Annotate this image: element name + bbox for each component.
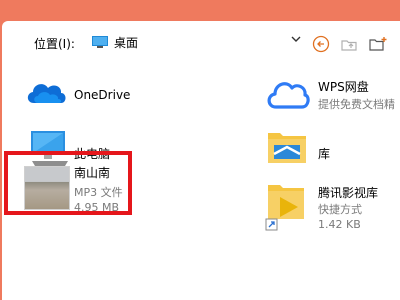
desktop-icon [92,36,108,48]
onedrive-cloud-icon [24,77,68,110]
chevron-down-icon[interactable] [290,34,302,47]
library-folder-icon [266,127,308,168]
item-subtitle: 提供免费文档精 [318,98,395,111]
wps-cloud-icon [264,75,310,114]
up-folder-icon[interactable] [340,35,358,53]
item-type: 快捷方式 [318,203,362,216]
item-name: WPS网盘 [318,80,369,94]
location-value: 桌面 [114,35,139,50]
back-arrow-icon[interactable] [312,35,330,53]
item-name: 库 [318,147,331,161]
address-row: 位置(I): 桌面 [2,21,400,61]
new-folder-icon[interactable] [368,35,387,53]
item-name: 腾讯影视库 [318,186,379,200]
tencent-video-folder-icon [264,181,310,234]
item-size: 1.42 KB [318,218,361,231]
location-combo[interactable]: 桌面 [88,31,304,53]
item-name: OneDrive [74,88,131,102]
selection-highlight [4,151,132,215]
location-label: 位置(I): [34,37,75,51]
